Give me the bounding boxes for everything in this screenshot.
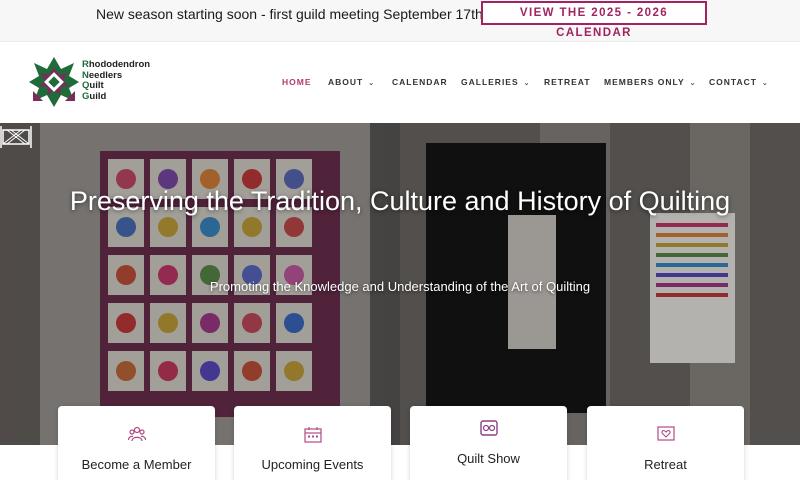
hero-banner: Preserving the Tradition, Culture and Hi… — [0, 123, 800, 445]
nav-item-galleries[interactable]: GALLERIES ⌄ — [461, 77, 531, 87]
view-calendar-button[interactable]: VIEW THE 2025 - 2026 CALENDAR — [481, 1, 707, 39]
chevron-down-icon: ⌄ — [368, 80, 376, 87]
card-label: Become a Member — [81, 457, 192, 472]
people-icon — [58, 426, 215, 444]
card-label: Upcoming Events — [261, 457, 364, 472]
calendar-icon — [234, 426, 391, 444]
chevron-down-icon: ⌄ — [689, 80, 697, 87]
hero-title: Preserving the Tradition, Culture and Hi… — [69, 186, 731, 216]
card-retreat[interactable]: Retreat — [587, 406, 744, 480]
quilt-frame-icon — [0, 126, 32, 148]
card-quilt-show[interactable]: Quilt Show — [410, 406, 567, 480]
nav-item-members-only[interactable]: MEMBERS ONLY ⌄ — [604, 77, 697, 87]
nav-item-calendar[interactable]: CALENDAR — [392, 77, 448, 87]
card-upcoming-events[interactable]: Upcoming Events — [234, 406, 391, 480]
card-become-member[interactable]: Become a Member — [58, 406, 215, 480]
logo-line-4: Guild — [82, 90, 107, 102]
announcement-bar: New season starting soon - first guild m… — [0, 0, 800, 42]
card-label: Retreat — [644, 457, 687, 472]
logo-icon[interactable] — [27, 55, 81, 109]
nav-item-retreat[interactable]: RETREAT — [544, 77, 591, 87]
heart-frame-icon — [587, 426, 744, 444]
quilt-icon — [410, 420, 567, 438]
chevron-down-icon: ⌄ — [761, 80, 769, 87]
chevron-down-icon: ⌄ — [523, 80, 531, 87]
nav-item-about[interactable]: ABOUT ⌄ — [328, 77, 375, 87]
announcement-text: New season starting soon - first guild m… — [96, 6, 487, 22]
logo-text[interactable]: Rhododendron Needlers Quilt Guild — [82, 59, 150, 102]
hero-subtitle: Promoting the Knowledge and Understandin… — [209, 279, 591, 294]
nav-item-home[interactable]: HOME — [282, 77, 312, 87]
card-label: Quilt Show — [457, 451, 520, 466]
nav-item-contact[interactable]: CONTACT ⌄ — [709, 77, 769, 87]
site-header: Rhododendron Needlers Quilt Guild HOME A… — [0, 42, 800, 123]
